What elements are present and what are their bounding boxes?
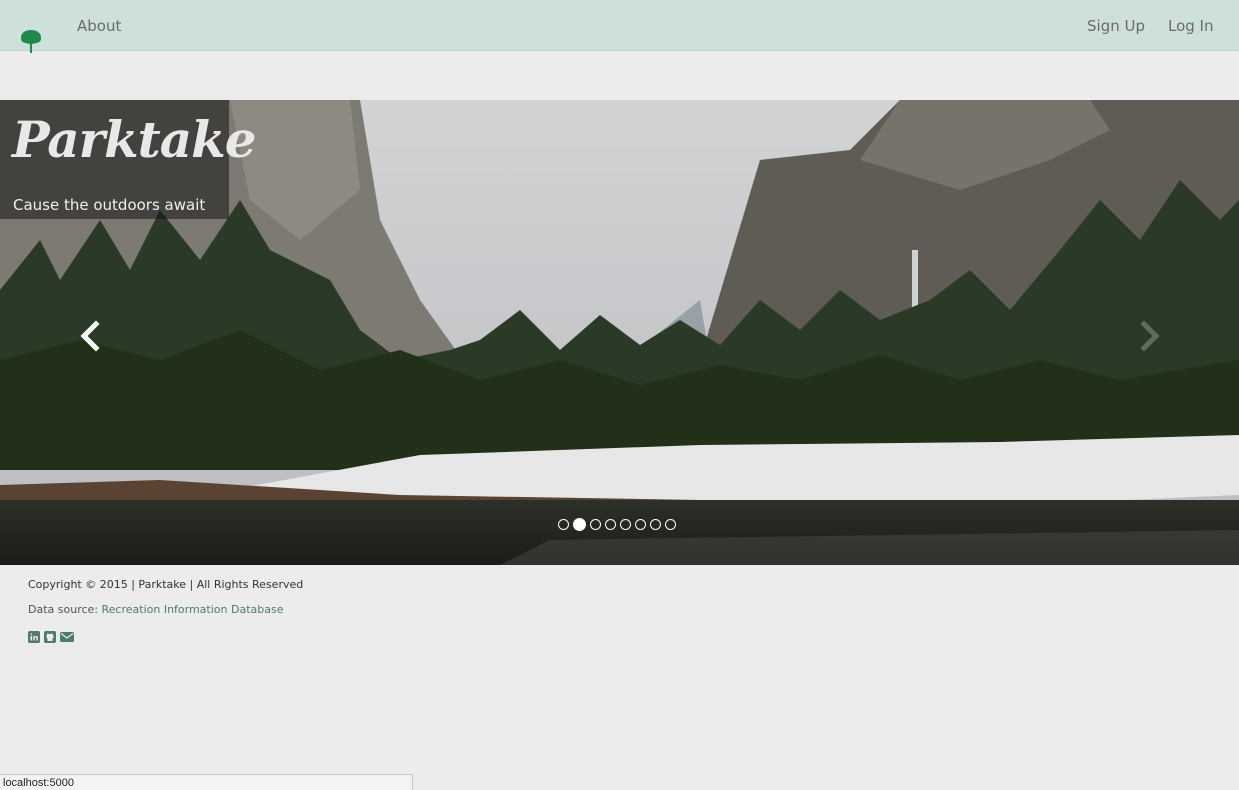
copyright-text: Copyright © 2015 | Parktake | All Rights… (28, 578, 304, 591)
carousel-indicator-6[interactable] (635, 518, 646, 530)
hero-caption: Parktake Cause the outdoors await (0, 100, 257, 219)
tree-icon[interactable] (20, 29, 42, 53)
carousel-indicator-1[interactable] (558, 518, 569, 530)
chevron-left-icon[interactable] (70, 316, 110, 356)
brand-title: Parktake (12, 110, 257, 169)
envelope-icon[interactable] (60, 631, 74, 643)
carousel-indicator-8[interactable] (665, 518, 676, 530)
carousel-indicator-2[interactable] (573, 517, 586, 531)
navbar: About Sign Up Log In (0, 0, 1239, 53)
github-icon[interactable] (44, 631, 56, 643)
brand-tagline: Cause the outdoors await (13, 196, 206, 214)
carousel-indicators (558, 517, 676, 531)
browser-status-bar: localhost:5000 (0, 774, 413, 790)
nav-about-link[interactable]: About (77, 17, 121, 35)
carousel-indicator-5[interactable] (620, 518, 631, 530)
linkedin-icon[interactable] (28, 631, 40, 643)
nav-sign-up-link[interactable]: Sign Up (1087, 17, 1145, 35)
nav-log-in-link[interactable]: Log In (1168, 17, 1214, 35)
carousel-indicator-3[interactable] (590, 518, 601, 530)
carousel-indicator-4[interactable] (605, 518, 616, 530)
data-source-link[interactable]: Recreation Information Database (102, 603, 284, 616)
data-source-text: Data source: Recreation Information Data… (28, 603, 283, 616)
social-links (28, 631, 74, 643)
chevron-right-icon[interactable] (1130, 316, 1170, 356)
carousel-indicator-7[interactable] (650, 518, 661, 530)
data-source-label: Data source: (28, 603, 102, 616)
